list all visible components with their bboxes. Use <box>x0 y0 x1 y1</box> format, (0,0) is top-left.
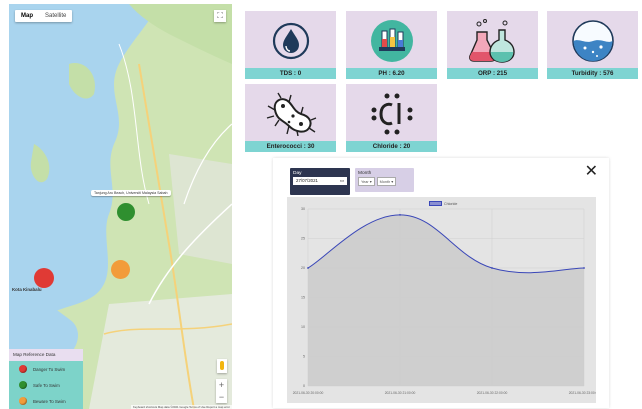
zoom-control: + − <box>216 379 227 403</box>
map-view[interactable]: Map Satellite ⛶ Kota Kinabalu Tanjung Ar… <box>9 4 232 409</box>
day-filter: Day 27/07/2021 ▭ <box>290 168 350 195</box>
calendar-icon[interactable]: ▭ <box>340 177 344 185</box>
day-filter-label: Day <box>293 171 302 176</box>
street-view-pegman-icon[interactable] <box>217 359 227 373</box>
month-filter-label: Month <box>358 171 372 176</box>
turbidity-water-icon <box>571 20 614 62</box>
y-tick-label: 25 <box>301 237 305 241</box>
legend-item-label: Beware To Swim <box>33 398 66 404</box>
place-label-kota-kinabalu: Kota Kinabalu <box>12 287 42 292</box>
day-date-input[interactable]: 27/07/2021 ▭ <box>293 177 347 185</box>
card-orp[interactable]: ORP : 215 <box>447 11 538 79</box>
map-marker-danger[interactable] <box>34 268 54 288</box>
y-tick-label: 10 <box>301 325 305 329</box>
legend-item-beware: Beware To Swim <box>9 393 83 409</box>
year-select-label: Year <box>361 180 369 184</box>
card-ph[interactable]: PH : 6.20 <box>346 11 437 79</box>
zoom-out-button[interactable]: − <box>216 391 227 403</box>
ph-test-tubes-icon <box>370 20 413 62</box>
card-enterococci[interactable]: Enterococci : 30 <box>245 84 336 152</box>
chloride-data-point <box>399 214 401 216</box>
card-label: TDS : 0 <box>245 68 336 79</box>
chloride-icon <box>371 93 412 135</box>
chart-area: 0 5 10 15 20 25 30 2021-06-30 20:00:00 2021-06-3… <box>287 197 596 403</box>
map-type-satellite[interactable]: Satellite <box>39 10 72 22</box>
x-tick-label: 2021-06-30 22:00:00 <box>477 391 508 395</box>
y-tick-label: 20 <box>301 266 305 270</box>
map-marker-safe[interactable] <box>117 203 135 221</box>
month-filter: Month Year ▾ Month ▾ <box>355 168 414 192</box>
card-chloride[interactable]: Chloride : 20 <box>346 84 437 152</box>
legend-item-safe: Safe To Swim <box>9 377 83 393</box>
zoom-in-button[interactable]: + <box>216 379 227 391</box>
year-select[interactable]: Year ▾ <box>358 177 375 186</box>
green-dot-icon <box>19 381 27 389</box>
map-type-control: Map Satellite <box>15 10 73 22</box>
card-label: ORP : 215 <box>447 68 538 79</box>
map-type-map[interactable]: Map <box>15 10 39 22</box>
legend-swatch <box>429 201 442 206</box>
legend-title: Map Reference Data <box>9 349 83 361</box>
chloride-area-fill <box>308 214 584 386</box>
chemistry-flasks-icon <box>468 19 515 63</box>
card-label: PH : 6.20 <box>346 68 437 79</box>
orange-dot-icon <box>19 397 27 405</box>
card-label: Enterococci : 30 <box>245 141 336 152</box>
card-label: Chloride : 20 <box>346 141 437 152</box>
y-tick-label: 15 <box>301 296 305 300</box>
chloride-line-chart: 0 5 10 15 20 25 30 2021-06-30 20:00:00 2021-06-3… <box>293 207 596 395</box>
legend-item-danger: Danger To Swim <box>9 361 83 377</box>
chart-legend[interactable]: Chloride <box>429 201 457 206</box>
map-legend: Map Reference Data Danger To Swim Safe T… <box>9 349 83 409</box>
y-tick-label: 5 <box>303 355 305 359</box>
map-marker-tooltip: Tanjung Aru Beach, Universiti Malaysia S… <box>91 190 171 196</box>
card-turbidity[interactable]: Turbidity : 576 <box>547 11 638 79</box>
legend-item-label: Danger To Swim <box>33 366 66 372</box>
y-tick-label: 0 <box>303 384 305 388</box>
fullscreen-icon[interactable]: ⛶ <box>214 10 226 22</box>
water-drop-icon <box>272 22 309 60</box>
legend-item-label: Safe To Swim <box>33 382 60 388</box>
x-tick-label: 2021-06-30 21:00:00 <box>385 391 416 395</box>
legend-series-label: Chloride <box>444 201 458 206</box>
close-icon[interactable]: ✕ <box>585 164 598 180</box>
chloride-data-point <box>491 267 493 269</box>
chart-panel: Day 27/07/2021 ▭ Month Year ▾ Month ▾ ✕ … <box>273 158 609 408</box>
month-select-label: Month <box>379 180 391 184</box>
month-select[interactable]: Month ▾ <box>376 177 397 186</box>
x-tick-label: 2021-06-30 20:00:00 <box>293 391 324 395</box>
y-tick-label: 30 <box>301 207 305 211</box>
bacteria-icon <box>266 92 316 136</box>
card-tds[interactable]: TDS : 0 <box>245 11 336 79</box>
map-marker-beware[interactable] <box>111 260 130 279</box>
day-date-value: 27/07/2021 <box>296 178 318 183</box>
map-attribution[interactable]: Keyboard shortcuts Map data ©2021 Google… <box>131 405 232 409</box>
card-label: Turbidity : 576 <box>547 68 638 79</box>
chloride-data-point <box>583 267 585 269</box>
chloride-data-point <box>307 267 309 269</box>
red-dot-icon <box>19 365 27 373</box>
x-tick-label: 2021-06-30 23:00:00 <box>569 391 596 395</box>
